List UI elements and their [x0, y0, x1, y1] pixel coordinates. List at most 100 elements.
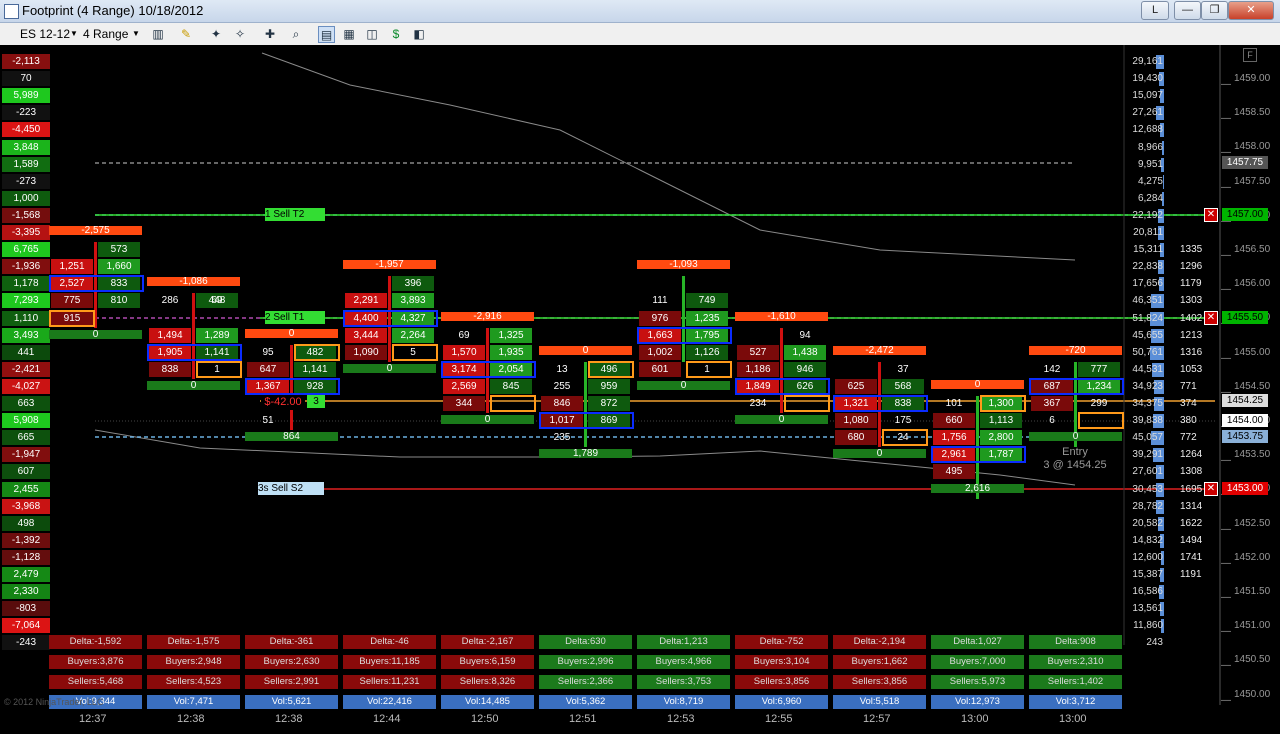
time-axis-label: 12:53 — [667, 713, 695, 725]
left-delta-cell: 665 — [2, 430, 50, 446]
panel-icon[interactable]: ◧ — [411, 26, 427, 42]
poc-highlight-box — [1078, 412, 1124, 430]
ask-cell: 959 — [588, 378, 630, 394]
properties-icon[interactable]: ◫ — [364, 26, 380, 42]
left-delta-cell: 2,479 — [2, 567, 50, 582]
bid-cell: 1,080 — [835, 413, 877, 429]
bar-delta-header: -1,957 — [343, 260, 436, 270]
instrument-selector[interactable]: ES 12-12 — [20, 25, 70, 43]
drawing-pencil-icon[interactable]: ✎ — [178, 26, 194, 42]
bar-volume-footer: 0 — [637, 380, 730, 390]
price-axis-label: 1451.50 — [1234, 586, 1271, 597]
bar-delta-header: -2,472 — [833, 345, 926, 355]
profile-value: 1316 — [1180, 346, 1203, 358]
period-selector[interactable]: 4 Range — [83, 25, 128, 43]
volume-summary: Vol:14,485 — [441, 695, 534, 709]
ask-cell: 94 — [799, 329, 811, 341]
profile-value: 1741 — [1180, 551, 1203, 563]
profile-value: 772 — [1180, 432, 1197, 444]
bar-delta-header: -1,086 — [147, 277, 240, 287]
volume-cell: 12,600 — [1132, 551, 1163, 563]
link-button[interactable]: L — [1141, 1, 1169, 20]
cancel-order-icon: ✕ — [1204, 311, 1218, 325]
price-tick: — — [1221, 250, 1231, 261]
strategy-icon[interactable]: ✧ — [232, 26, 248, 42]
left-delta-cell: 2,330 — [2, 584, 50, 600]
bar-volume-footer: 0 — [343, 363, 436, 373]
bar-delta-header: 0 — [245, 328, 338, 338]
ask-cell: 777 — [1078, 361, 1120, 377]
close-button[interactable]: ✕ — [1228, 1, 1274, 20]
zoom-icon[interactable]: ⌕ — [288, 26, 304, 42]
poc-highlight-box — [784, 395, 830, 412]
crosshair-icon[interactable]: ✚ — [262, 26, 278, 42]
ask-cell: 3,893 — [392, 293, 434, 309]
left-delta-cell: -1,568 — [2, 207, 50, 223]
sellers-summary: Sellers:2,366 — [539, 675, 632, 689]
ask-cell: 946 — [784, 361, 826, 377]
ask-cell: 299 — [1090, 398, 1108, 409]
bid-cell: 69 — [458, 329, 470, 341]
volume-summary: Vol:7,471 — [147, 695, 240, 709]
bid-cell: 1,251 — [51, 259, 93, 275]
volume-cell: 30,453 — [1132, 483, 1163, 495]
left-delta-cell: -803 — [2, 601, 50, 617]
price-flag: 1457.00 — [1222, 208, 1268, 221]
volume-cell: 44,531 — [1132, 363, 1163, 375]
left-delta-cell: 1,178 — [2, 276, 50, 292]
left-delta-cell: 1,000 — [2, 190, 50, 206]
f-icon[interactable]: F — [1243, 48, 1257, 62]
delta-summary: Delta:1,027 — [931, 635, 1024, 649]
footprint-chart[interactable]: -2,113 70 5,989 -223 -4,450 3,848 1,589 -273 1,0… — [0, 45, 1280, 734]
sellers-summary: Sellers:3,856 — [833, 675, 926, 689]
time-axis-label: 13:00 — [961, 713, 989, 725]
bid-cell: 775 — [51, 293, 93, 309]
volume-summary: Vol:3,712 — [1029, 695, 1122, 709]
bar-delta-header: 0 — [539, 345, 632, 355]
left-delta-cell: -4,450 — [2, 122, 50, 138]
time-axis-label: 12:51 — [569, 713, 597, 725]
indicator-icon[interactable]: ✦ — [208, 26, 224, 42]
bid-cell: 367 — [1031, 396, 1073, 411]
imbalance-highlight-box — [343, 309, 438, 327]
volume-cell: 15,387 — [1132, 569, 1163, 580]
poc-highlight-box — [294, 343, 340, 361]
maximize-button[interactable]: ❐ — [1201, 1, 1228, 20]
profile-value: 1314 — [1180, 500, 1203, 512]
volume-cell: 34,923 — [1132, 380, 1163, 392]
left-delta-cell: 6,765 — [2, 242, 50, 258]
left-delta-cell: -1,392 — [2, 532, 50, 548]
data-box-icon[interactable]: ▦ — [341, 26, 357, 42]
buyers-summary: Buyers:3,104 — [735, 655, 828, 669]
sell-s2-label: 3s Sell S2 — [258, 482, 324, 495]
minimize-button[interactable]: — — [1174, 1, 1201, 20]
bid-cell: 286 — [161, 295, 179, 307]
profile-value: 1179 — [1180, 278, 1202, 290]
price-axis-label: 1450.50 — [1234, 654, 1271, 666]
position-qty: 3 — [307, 395, 325, 408]
volume-cell: 17,656 — [1132, 278, 1163, 290]
price-flag: 1457.75 — [1222, 156, 1268, 169]
poc-highlight-box — [980, 395, 1026, 412]
ask-cell: 810 — [98, 293, 140, 309]
time-axis-label: 12:50 — [471, 713, 499, 725]
chart-trader-icon[interactable]: ▤ — [318, 26, 335, 43]
volume-cell: 16,586 — [1132, 586, 1163, 598]
bid-cell: 95 — [262, 346, 274, 358]
sellers-summary: Sellers:8,326 — [441, 675, 534, 689]
bar-type-icon[interactable]: ▥ — [150, 26, 166, 42]
bar-volume-footer: 1,789 — [539, 449, 632, 459]
poc-highlight-box — [49, 309, 95, 327]
bar-delta-header: -2,916 — [441, 311, 534, 321]
left-delta-cell: 3,493 — [2, 327, 50, 343]
ask-cell: 175 — [894, 415, 912, 427]
bid-cell: 2,291 — [345, 293, 387, 309]
bid-cell: 1,090 — [345, 344, 387, 360]
price-tick: — — [1221, 181, 1231, 193]
ask-cell: 1,438 — [784, 344, 826, 360]
price-axis-label: 1452.50 — [1234, 517, 1271, 529]
sellers-summary: Sellers:4,523 — [147, 675, 240, 689]
bid-cell: 647 — [247, 361, 289, 377]
left-delta-cell: -1,936 — [2, 259, 50, 275]
money-icon[interactable]: $ — [388, 26, 404, 42]
